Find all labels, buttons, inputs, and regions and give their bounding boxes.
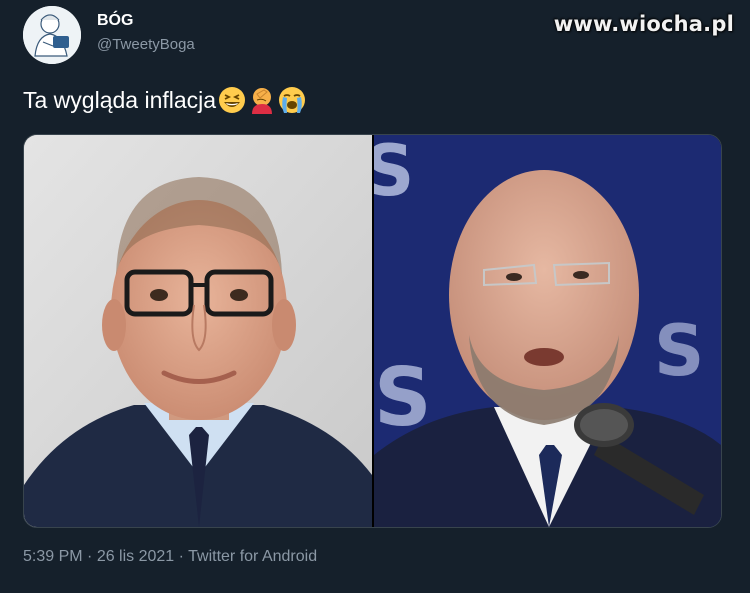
tweet-header: BÓG @TweetyBoga [23,6,423,66]
meta-separator-2: · [174,548,189,565]
site-watermark: www.wiocha.pl [553,12,734,36]
photo-left[interactable] [24,135,372,527]
svg-text:S: S [374,135,414,212]
man-glasses-suit-photo [24,135,372,527]
loudly-crying-face-icon [279,87,306,113]
meta-separator: · [82,548,97,565]
avatar[interactable] [23,6,81,64]
person-facepalming-icon [252,88,273,114]
tweet-client[interactable]: Twitter for Android [188,548,317,565]
photo-right[interactable]: S S S [374,135,721,527]
grinning-squinting-face-icon [219,87,246,113]
tweet-time[interactable]: 5:39 PM [23,548,83,565]
author-display-name[interactable]: BÓG [97,12,195,30]
author-handle[interactable]: @TweetyBoga [97,36,195,53]
svg-text:S: S [654,310,704,392]
tweet-meta: 5:39 PM · 26 lis 2021 · Twitter for Andr… [23,548,317,566]
tweet-media-grid[interactable]: S S S [23,134,722,528]
author-names: BÓG @TweetyBoga [97,12,195,53]
avatar-illustration-icon [23,6,81,64]
tweet-text: Ta wygląda inflacja [23,86,217,113]
tweet-text-container: Ta wygląda inflacja [23,86,306,114]
man-microphone-beard-photo: S S S [374,135,721,527]
tweet-date[interactable]: 26 lis 2021 [97,548,174,565]
